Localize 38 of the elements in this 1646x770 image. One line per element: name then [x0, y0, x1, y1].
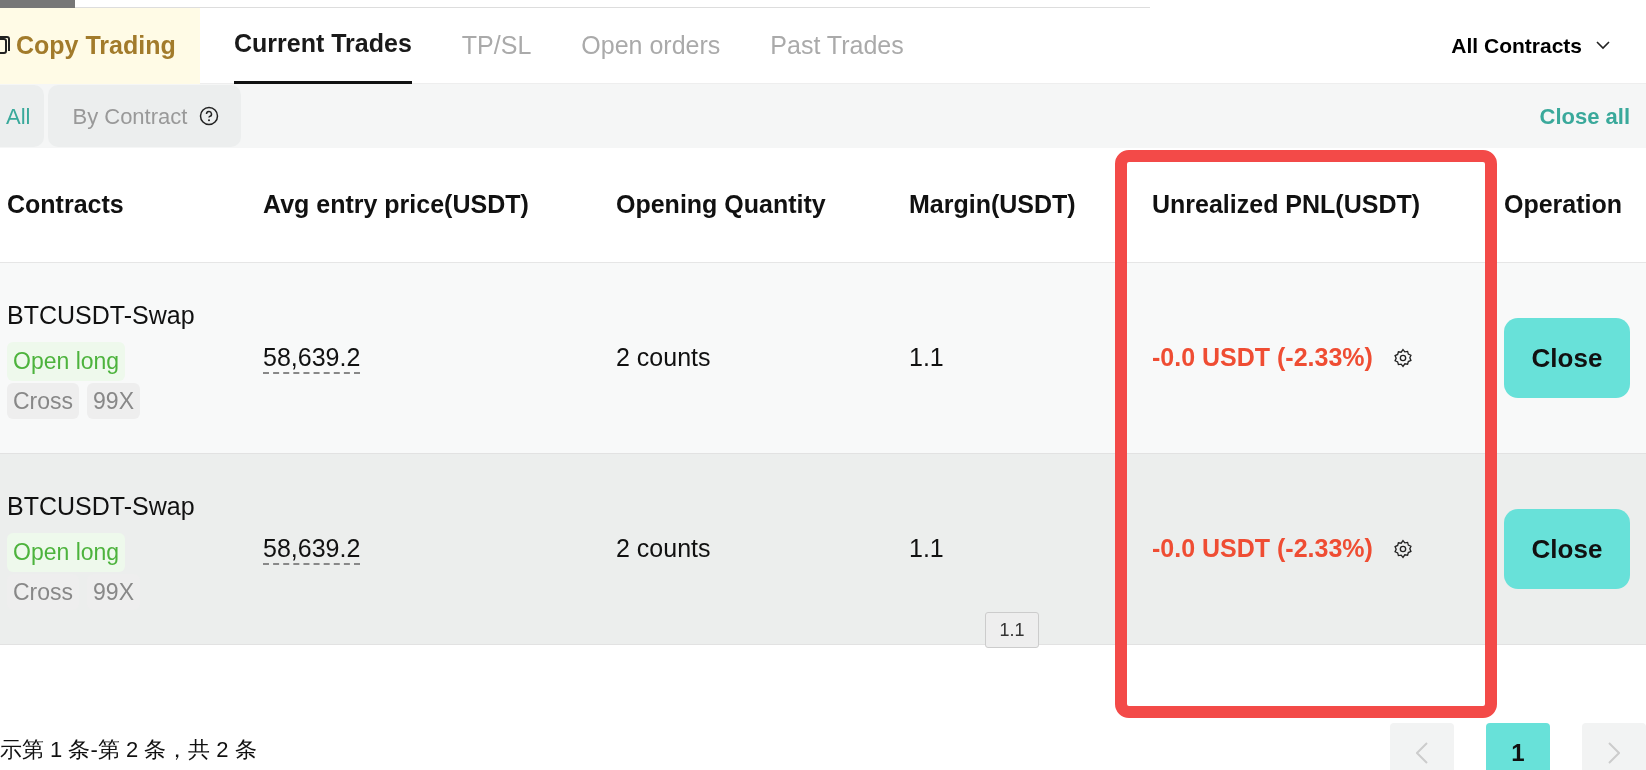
contract-filter-dropdown[interactable]: All Contracts — [1445, 28, 1616, 63]
pnl-value: -0.0 USDT (-2.33%) — [1152, 342, 1373, 374]
column-header: Opening Quantity — [616, 189, 827, 221]
chevron-right-icon — [1608, 742, 1620, 764]
close-all-button[interactable]: Close all — [1533, 98, 1636, 134]
side-tag: Open long — [7, 342, 126, 381]
view-mode-tab[interactable]: All — [0, 85, 45, 147]
quantity-cell: 2 counts — [616, 343, 711, 372]
tab[interactable]: Past Trades — [770, 7, 904, 84]
column-header: Avg entry price(USDT) — [263, 189, 530, 221]
contract-name: BTCUSDT-Swap — [7, 299, 195, 331]
tooltip: 1.1 — [985, 612, 1039, 648]
margin-cell: 1.1 — [909, 534, 944, 563]
copy-trading-tab[interactable]: Copy Trading — [0, 7, 200, 84]
view-mode-tab[interactable]: By Contract — [48, 85, 242, 147]
settings-icon[interactable] — [1392, 539, 1413, 559]
margin-mode-tag: Cross — [7, 382, 80, 420]
close-button[interactable]: Close — [1504, 318, 1630, 398]
entry-price: 58,639.2 — [263, 343, 361, 375]
pagination-summary: 示第 1 条-第 2 条，共 2 条 — [0, 737, 257, 764]
chevron-down-icon — [1596, 41, 1610, 50]
column-header: Unrealized PNL(USDT) — [1152, 189, 1422, 221]
tab[interactable]: TP/SL — [461, 7, 532, 84]
settings-icon[interactable] — [1392, 348, 1413, 368]
quantity-cell: 2 counts — [616, 534, 711, 563]
leverage-tag: 99X — [87, 382, 140, 420]
close-button[interactable]: Close — [1504, 509, 1630, 589]
column-header: Contracts — [6, 189, 125, 221]
entry-price: 58,639.2 — [263, 534, 361, 566]
tab[interactable]: Open orders — [581, 7, 721, 84]
column-header: Margin(USDT) — [909, 189, 1077, 221]
contract-name: BTCUSDT-Swap — [7, 490, 195, 522]
side-tag: Open long — [7, 533, 126, 572]
pnl-value: -0.0 USDT (-2.33%) — [1152, 533, 1373, 565]
page-button[interactable]: 1 — [1486, 723, 1550, 770]
column-header: Operation — [1504, 189, 1624, 221]
margin-cell: 1.1 — [909, 343, 944, 372]
chevron-left-icon — [1416, 742, 1428, 764]
